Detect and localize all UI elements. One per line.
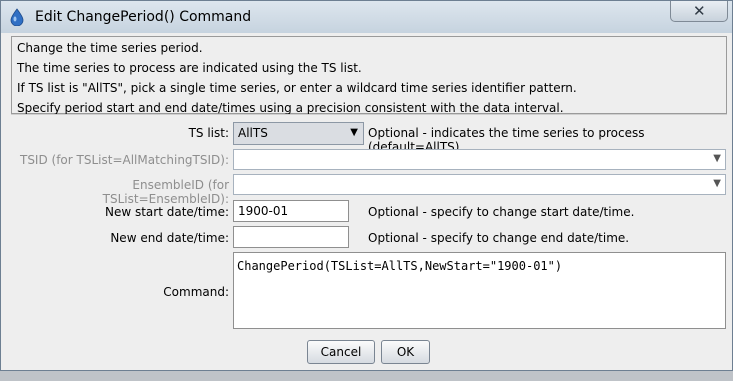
tslist-value: AllTS — [238, 126, 268, 140]
end-date-field[interactable] — [233, 226, 349, 248]
ensemble-label: EnsembleID (for TSList=EnsembleID): — [102, 178, 229, 206]
tslist-select[interactable]: AllTS ▼ — [233, 122, 364, 145]
end-note: Optional - specify to change end date/ti… — [368, 231, 630, 245]
tslist-label: TS list: — [188, 126, 229, 140]
window-title: Edit ChangePeriod() Command — [35, 9, 252, 25]
dialog-content: Change the time series period. The time … — [7, 34, 731, 368]
ensemble-combo[interactable]: ▼ — [233, 174, 726, 195]
ok-button[interactable]: OK — [381, 340, 430, 364]
separator — [11, 114, 727, 115]
close-button[interactable]: ✕ — [670, 1, 728, 22]
close-icon: ✕ — [693, 2, 706, 20]
tsid-label: TSID (for TSList=AllMatchingTSID): — [19, 153, 229, 167]
start-label: New start date/time: — [104, 205, 229, 219]
command-label: Command: — [163, 285, 229, 299]
chevron-down-icon: ▼ — [713, 153, 721, 164]
chevron-down-icon: ▼ — [350, 127, 358, 138]
start-date-field[interactable]: 1900-01 — [233, 200, 349, 222]
edit-command-dialog: Edit ChangePeriod() Command ✕ Change the… — [0, 0, 733, 371]
title-bar: Edit ChangePeriod() Command ✕ — [1, 1, 732, 33]
info-panel: Change the time series period. The time … — [11, 36, 727, 115]
info-line: Change the time series period. — [17, 41, 203, 55]
info-line: The time series to process are indicated… — [17, 61, 362, 75]
end-label: New end date/time: — [110, 231, 229, 245]
info-line: Specify period start and end date/times … — [17, 101, 564, 115]
command-textarea[interactable]: ChangePeriod(TSList=AllTS,NewStart="1900… — [233, 252, 726, 329]
chevron-down-icon: ▼ — [713, 178, 721, 189]
app-droplet-icon — [10, 8, 24, 26]
info-line: If TS list is "AllTS", pick a single tim… — [17, 81, 577, 95]
tsid-combo[interactable]: ▼ — [233, 149, 726, 170]
start-note: Optional - specify to change start date/… — [368, 205, 635, 219]
cancel-button[interactable]: Cancel — [307, 340, 375, 364]
